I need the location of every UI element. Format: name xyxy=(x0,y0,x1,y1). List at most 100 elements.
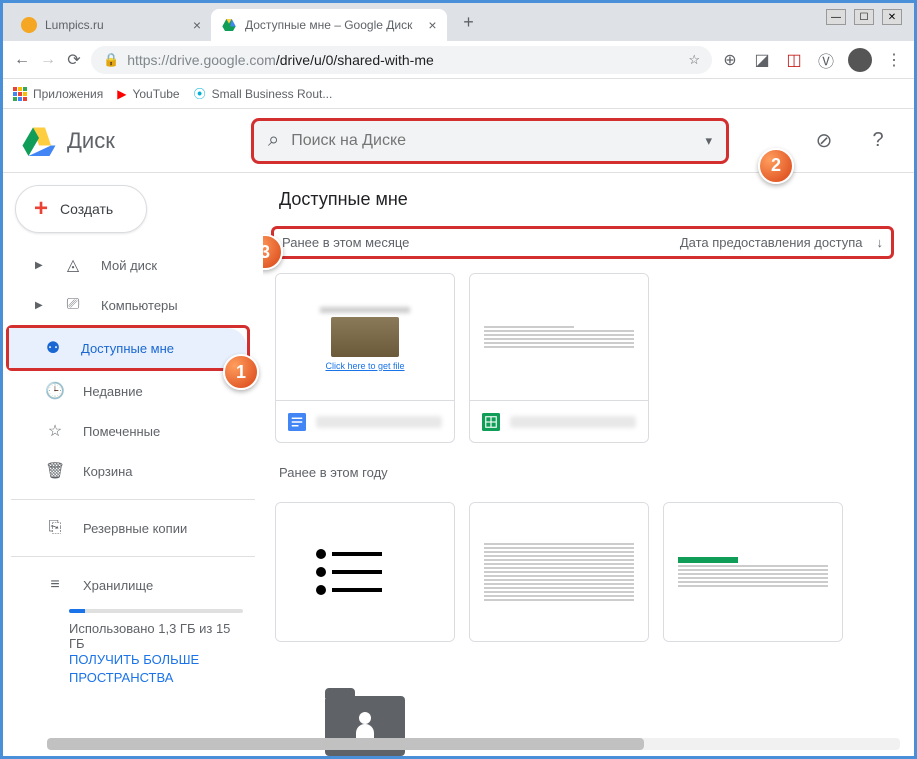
sort-control[interactable]: Дата предоставления доступа ↓ xyxy=(680,235,883,250)
url-input[interactable]: 🔒 https://drive.google.com/drive/u/0/sha… xyxy=(91,46,712,74)
close-tab-icon[interactable]: × xyxy=(428,17,436,33)
tab-drive[interactable]: Доступные мне – Google Диск × xyxy=(211,9,447,41)
search-options-icon[interactable]: ▾ xyxy=(705,133,712,149)
drive-app-name: Диск xyxy=(67,128,115,154)
file-preview: Click here to get file xyxy=(276,274,454,400)
file-card[interactable] xyxy=(469,273,649,443)
drive-triangle-icon xyxy=(19,123,59,159)
sidebar-item-starred[interactable]: ☆ Помеченные xyxy=(11,411,243,451)
star-icon[interactable]: ☆ xyxy=(688,52,700,68)
storage-upgrade-link[interactable]: ПОЛУЧИТЬ БОЛЬШЕ ПРОСТРАНСТВА xyxy=(69,651,243,687)
tab-lumpics[interactable]: Lumpics.ru × xyxy=(11,9,211,41)
file-card[interactable] xyxy=(469,502,649,642)
bookmark-youtube[interactable]: ▶ YouTube xyxy=(117,87,179,101)
sidebar-item-recent[interactable]: 🕒 Недавние xyxy=(11,371,243,411)
youtube-icon: ▶ xyxy=(117,87,126,101)
close-tab-icon[interactable]: × xyxy=(193,17,201,33)
drive-logo[interactable]: Диск xyxy=(19,123,251,159)
files-grid xyxy=(271,488,894,756)
sidebar-item-shared[interactable]: ⚉ Доступные мне xyxy=(9,328,247,368)
recent-icon: 🕒 xyxy=(45,381,65,401)
divider xyxy=(11,556,255,557)
storage-icon: ≡ xyxy=(45,576,65,594)
create-button[interactable]: + Создать xyxy=(15,185,147,233)
tab-title: Доступные мне – Google Диск xyxy=(245,18,412,32)
shared-icon: ⚉ xyxy=(43,338,63,358)
browser-menu-icon[interactable]: ⋮ xyxy=(884,50,904,70)
docs-icon xyxy=(288,413,306,431)
sidebar-label: Недавние xyxy=(83,384,143,399)
chevron-right-icon[interactable]: ▶ xyxy=(35,260,45,271)
file-name xyxy=(510,416,636,428)
callout-2: 2 xyxy=(758,148,794,184)
storage-block: Использовано 1,3 ГБ из 15 ГБ ПОЛУЧИТЬ БО… xyxy=(11,609,255,687)
content-area: Доступные мне Ранее в этом месяце Дата п… xyxy=(263,173,914,756)
ext-globe-icon[interactable]: ⊕ xyxy=(720,50,740,70)
ext-shield-icon[interactable]: ◫ xyxy=(784,50,804,70)
sidebar-label: Мой диск xyxy=(101,258,157,273)
file-footer xyxy=(276,400,454,442)
reload-button[interactable]: ⟳ xyxy=(65,51,83,69)
favicon-drive xyxy=(221,17,237,33)
lock-icon: 🔒 xyxy=(103,52,119,68)
address-bar: ← → ⟳ 🔒 https://drive.google.com/drive/u… xyxy=(3,41,914,79)
callout-1: 1 xyxy=(223,354,259,390)
search-input[interactable] xyxy=(291,132,693,150)
file-name xyxy=(316,416,442,428)
storage-bar xyxy=(69,609,243,613)
sheets-icon xyxy=(482,413,500,431)
search-icon: ⌕ xyxy=(268,129,279,152)
sidebar-item-backups[interactable]: ⎘ Резервные копии xyxy=(11,508,243,548)
close-button[interactable]: ✕ xyxy=(882,9,902,25)
profile-avatar[interactable] xyxy=(848,48,872,72)
plus-icon: + xyxy=(34,195,48,223)
bookmarks-bar: Приложения ▶ YouTube ⦿ Small Business Ro… xyxy=(3,79,914,109)
bookmark-sbr[interactable]: ⦿ Small Business Rout... xyxy=(194,85,333,102)
section-title: Ранее в этом году xyxy=(271,457,894,488)
sidebar-label: Компьютеры xyxy=(101,298,178,313)
sidebar: + Создать ▶ ◬ Мой диск ▶ ⎚ Компьютеры ⚉ … xyxy=(3,173,263,756)
page-title: Доступные мне xyxy=(271,185,894,226)
trash-icon: 🗑 xyxy=(45,461,65,481)
sbr-icon: ⦿ xyxy=(194,85,206,102)
forward-button[interactable]: → xyxy=(39,51,57,69)
file-footer xyxy=(470,400,648,442)
bookmark-label: Small Business Rout... xyxy=(212,87,333,101)
favicon-lumpics xyxy=(21,17,37,33)
bookmark-apps[interactable]: Приложения xyxy=(13,87,103,101)
new-tab-button[interactable]: + xyxy=(455,12,483,33)
create-label: Создать xyxy=(60,201,113,217)
window-controls: — ☐ ✕ xyxy=(826,9,902,25)
help-button[interactable]: ? xyxy=(858,121,898,161)
computers-icon: ⎚ xyxy=(63,296,83,314)
sidebar-item-mydrive[interactable]: ▶ ◬ Мой диск xyxy=(11,245,243,285)
bookmark-label: Приложения xyxy=(33,87,103,101)
ext-v-icon[interactable]: Ⓥ xyxy=(816,50,836,70)
bookmark-label: YouTube xyxy=(132,87,179,101)
file-card[interactable]: Click here to get file xyxy=(275,273,455,443)
divider xyxy=(11,499,255,500)
sidebar-label: Помеченные xyxy=(83,424,160,439)
section-header-row: Ранее в этом месяце Дата предоставления … xyxy=(271,226,894,259)
maximize-button[interactable]: ☐ xyxy=(854,9,874,25)
tab-title: Lumpics.ru xyxy=(45,18,104,32)
file-card[interactable] xyxy=(275,502,455,642)
sidebar-item-trash[interactable]: 🗑 Корзина xyxy=(11,451,243,491)
horizontal-scrollbar[interactable] xyxy=(47,738,900,750)
file-preview xyxy=(276,503,454,641)
minimize-button[interactable]: — xyxy=(826,9,846,25)
sidebar-item-storage[interactable]: ≡ Хранилище xyxy=(11,565,243,605)
sidebar-item-computers[interactable]: ▶ ⎚ Компьютеры xyxy=(11,285,243,325)
sidebar-label: Доступные мне xyxy=(81,341,174,356)
file-card[interactable] xyxy=(663,502,843,642)
chevron-right-icon[interactable]: ▶ xyxy=(35,300,45,311)
ext-cube-icon[interactable]: ◪ xyxy=(752,50,772,70)
drive-header: Диск ⌕ ▾ 2 ⊘ ? xyxy=(3,109,914,173)
sort-label: Дата предоставления доступа xyxy=(680,235,863,250)
sort-arrow-icon: ↓ xyxy=(877,235,884,250)
ready-offline-button[interactable]: ⊘ xyxy=(804,121,844,161)
search-box[interactable]: ⌕ ▾ xyxy=(251,118,729,164)
back-button[interactable]: ← xyxy=(13,51,31,69)
apps-icon xyxy=(13,87,27,101)
file-preview xyxy=(470,503,648,641)
